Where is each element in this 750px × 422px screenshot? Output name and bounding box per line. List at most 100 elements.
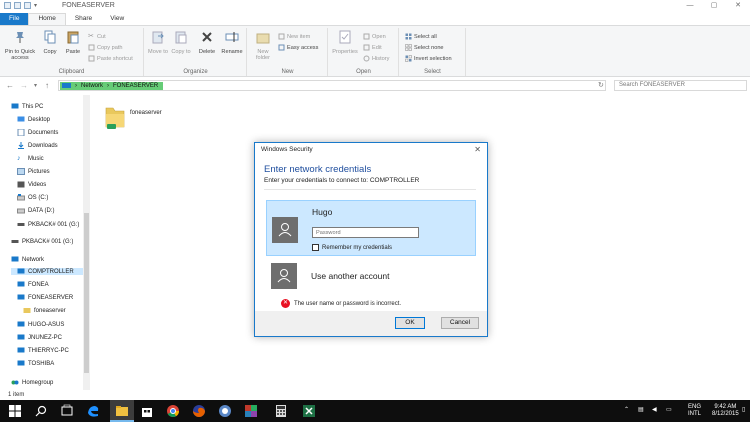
nav-item-documents[interactable]: Documents	[17, 129, 58, 136]
new-folder-button[interactable]: New folder	[251, 30, 275, 62]
minimize-button[interactable]: —	[678, 0, 702, 12]
delete-button[interactable]: Delete	[197, 30, 217, 55]
ribbon-group-new: New folder New item Easy access New	[248, 28, 328, 76]
nav-item-toshiba[interactable]: TOSHIBA	[17, 360, 54, 367]
search-input[interactable]: Search FONEASERVER	[614, 80, 747, 91]
chrome-icon[interactable]	[166, 404, 180, 418]
task-view-icon[interactable]	[60, 404, 74, 418]
cut-button[interactable]: ✂ Cut	[88, 32, 106, 41]
user-avatar-icon	[272, 217, 298, 243]
copy-path-button[interactable]: Copy path	[88, 43, 123, 52]
credential-tile-hugo[interactable]: Hugo Remember my credentials	[266, 200, 476, 256]
usb-drive-icon	[11, 240, 19, 243]
usb-drive-icon	[17, 223, 25, 226]
edge-browser-icon[interactable]	[86, 404, 100, 418]
recent-dropdown-icon[interactable]: ▾	[34, 82, 37, 89]
edit-button[interactable]: Edit	[363, 43, 382, 52]
address-bar[interactable]: › Network › FONEASERVER	[58, 80, 606, 91]
close-button[interactable]: ✕	[726, 0, 750, 12]
select-all-button[interactable]: Select all	[405, 32, 437, 41]
nav-item-comptroller[interactable]: COMPTROLLER	[11, 268, 83, 275]
action-center-icon[interactable]: ▯	[742, 407, 745, 414]
system-app-icon[interactable]	[218, 404, 232, 418]
nav-item-desktop[interactable]: Desktop	[17, 116, 50, 123]
nav-item-pkback-g-root[interactable]: PKBACK# 001 (G:)	[11, 238, 73, 245]
checkbox-box[interactable]	[312, 244, 319, 251]
new-folder-qat-icon[interactable]	[24, 2, 31, 9]
excel-icon[interactable]	[302, 404, 316, 418]
tab-file[interactable]: File	[0, 13, 29, 25]
nav-item-downloads[interactable]: Downloads	[17, 142, 58, 149]
search-icon[interactable]	[34, 404, 48, 418]
nav-item-data-d[interactable]: DATA (D:)	[17, 207, 54, 214]
nav-item-foneaserver-share[interactable]: foneaserver	[23, 307, 66, 314]
copy-button[interactable]: Copy	[40, 30, 60, 55]
start-windows-icon[interactable]	[8, 404, 22, 418]
calculator-icon[interactable]	[274, 404, 288, 418]
winrar-icon[interactable]	[244, 404, 258, 418]
back-arrow-icon[interactable]: ←	[6, 81, 14, 90]
up-arrow-icon[interactable]: ↑	[45, 81, 49, 90]
nav-scrollbar[interactable]	[83, 95, 90, 390]
breadcrumb-foneaserver[interactable]: FONEASERVER	[113, 83, 158, 89]
move-to-button[interactable]: Move to	[148, 30, 168, 55]
nav-item-jnunez-pc[interactable]: JNUNEZ-PC	[17, 334, 62, 341]
nav-item-pictures[interactable]: Pictures	[17, 168, 50, 175]
dialog-close-button[interactable]: ✕	[474, 145, 481, 154]
paste-button[interactable]: Paste	[62, 30, 84, 55]
refresh-icon[interactable]: ↻	[598, 81, 604, 89]
new-item-button[interactable]: New item	[278, 32, 310, 41]
password-field[interactable]	[312, 227, 419, 238]
invert-selection-button[interactable]: Invert selection	[405, 54, 452, 63]
input-language-indicator[interactable]: ENG INTL	[688, 404, 701, 418]
language-code: ENG	[688, 404, 702, 410]
tab-share[interactable]: Share	[66, 13, 101, 25]
nav-item-foneaserver[interactable]: FONEASERVER	[17, 294, 73, 301]
firefox-icon[interactable]	[192, 404, 206, 418]
history-button[interactable]: History	[363, 54, 389, 63]
copy-to-button[interactable]: Copy to	[171, 30, 191, 55]
ok-button[interactable]: OK	[395, 317, 425, 329]
breadcrumb-separator-icon[interactable]: ›	[75, 83, 77, 89]
nav-item-fonea[interactable]: FONEA	[17, 281, 49, 288]
scissors-icon: ✂	[88, 33, 94, 40]
volume-icon[interactable]: ◀	[652, 407, 657, 414]
remember-credentials-checkbox[interactable]: Remember my credentials	[312, 244, 392, 251]
nav-item-music[interactable]: ♪ Music	[17, 155, 44, 162]
properties-qat-icon[interactable]	[14, 2, 21, 9]
nav-item-os-c[interactable]: OS (C:)	[17, 194, 48, 201]
paste-shortcut-button[interactable]: Paste shortcut	[88, 54, 133, 63]
network-tray-icon[interactable]: ▤	[638, 407, 644, 414]
forward-arrow-icon[interactable]: →	[20, 81, 28, 90]
file-explorer-active-task[interactable]	[110, 400, 134, 422]
open-button[interactable]: Open	[363, 32, 386, 41]
open-group-label: Open	[356, 69, 371, 75]
nav-scrollbar-thumb[interactable]	[84, 213, 89, 373]
maximize-button[interactable]: ▢	[702, 0, 726, 12]
use-another-account-tile[interactable]: Use another account	[266, 260, 476, 290]
show-hidden-icons-chevron-icon[interactable]: ⌃	[624, 407, 629, 414]
store-icon[interactable]	[140, 404, 154, 418]
breadcrumb-separator-icon[interactable]: ›	[107, 83, 109, 89]
nav-item-network[interactable]: Network	[11, 256, 44, 263]
tab-home[interactable]: Home	[28, 13, 66, 25]
easy-access-icon	[278, 44, 285, 51]
nav-item-hugo-asus[interactable]: HUGO-ASUS	[17, 321, 64, 328]
clock[interactable]: 9:42 AM 8/12/2015	[712, 404, 739, 418]
cancel-button[interactable]: Cancel	[441, 317, 479, 329]
nav-item-this-pc[interactable]: This PC	[11, 103, 43, 110]
qat-dropdown-icon[interactable]: ▾	[34, 2, 37, 9]
notification-icon[interactable]: ▭	[666, 407, 672, 414]
properties-button[interactable]: Properties	[331, 30, 359, 55]
computer-icon	[11, 103, 19, 109]
nav-item-homegroup[interactable]: Homegroup	[11, 379, 53, 386]
breadcrumb-network[interactable]: Network	[81, 83, 103, 89]
tab-view[interactable]: View	[101, 13, 133, 25]
rename-button[interactable]: Rename	[221, 30, 243, 55]
nav-item-thierryc-pc[interactable]: THIERRYC-PC	[17, 347, 69, 354]
nav-item-pkback-g[interactable]: PKBACK# 001 (G:)	[17, 221, 79, 228]
easy-access-button[interactable]: Easy access	[278, 43, 318, 52]
nav-item-videos[interactable]: Videos	[17, 181, 46, 188]
pin-quick-access-button[interactable]: Pin to Quick access	[2, 30, 38, 62]
select-none-button[interactable]: Select none	[405, 43, 444, 52]
